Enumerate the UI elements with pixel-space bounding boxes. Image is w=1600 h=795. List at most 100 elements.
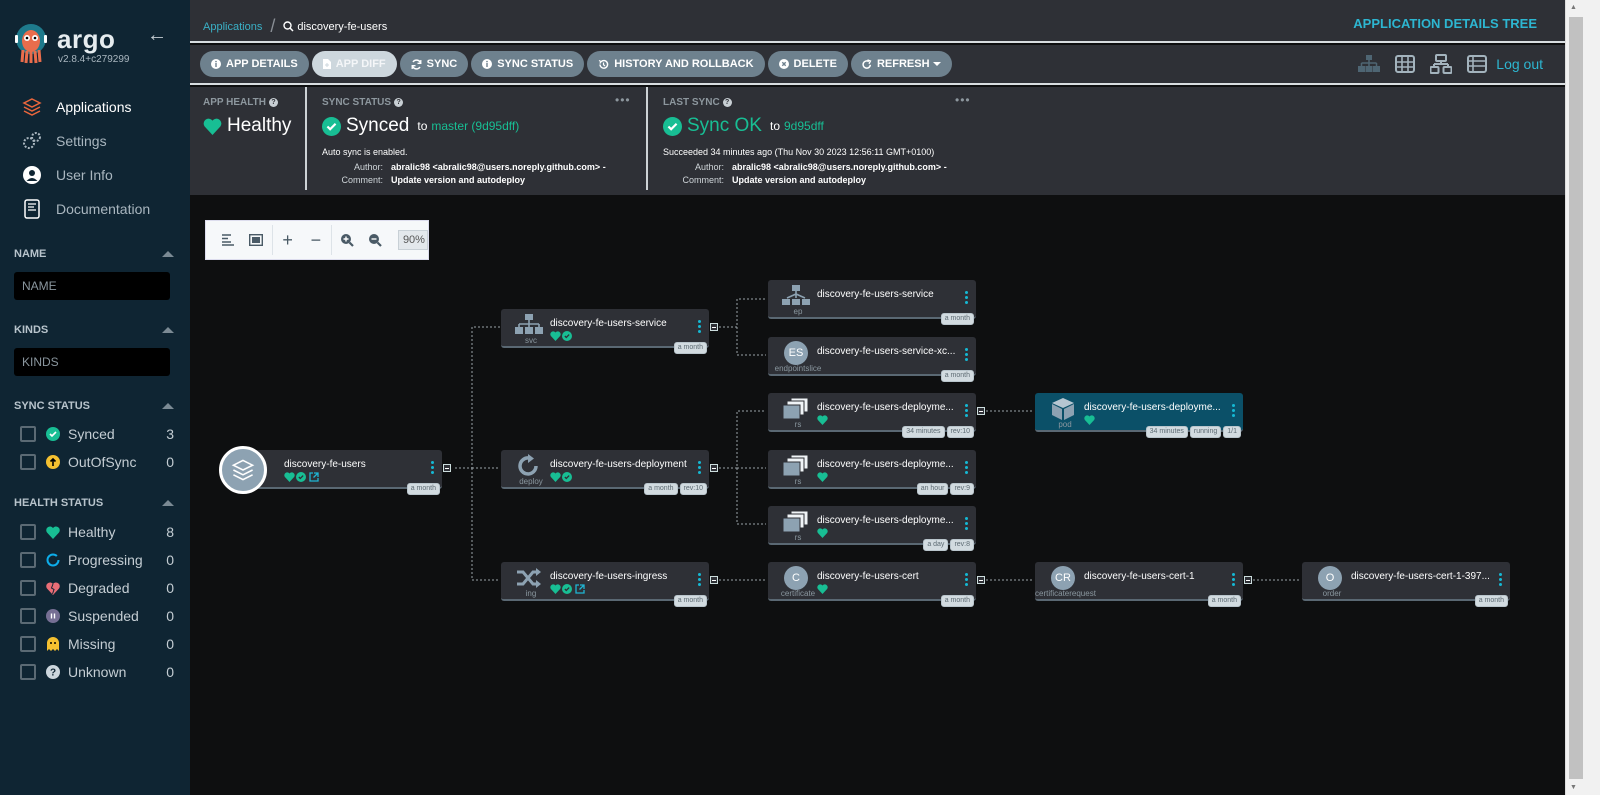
resource-node-rs3[interactable]: rs discovery-fe-users-deployme... a day rev… bbox=[768, 506, 976, 551]
help-icon[interactable]: ? bbox=[268, 98, 278, 107]
node-menu-icon[interactable] bbox=[964, 404, 968, 419]
collapse-triangle-icon[interactable] bbox=[162, 327, 174, 333]
tree-view-icon[interactable] bbox=[1358, 53, 1381, 75]
collapse-toggle[interactable] bbox=[710, 576, 718, 584]
scrollbar-thumb[interactable] bbox=[1569, 17, 1583, 779]
collapse-toggle[interactable] bbox=[710, 464, 718, 472]
external-link-icon[interactable] bbox=[309, 472, 319, 482]
ghost-icon bbox=[46, 637, 60, 651]
sync-icon bbox=[411, 58, 422, 70]
help-icon[interactable]: ? bbox=[394, 98, 404, 107]
node-kind-icon: C bbox=[778, 566, 814, 590]
filter-synced[interactable]: Synced 3 bbox=[14, 420, 174, 448]
zoom-in-icon[interactable] bbox=[333, 225, 361, 255]
node-menu-icon[interactable] bbox=[1231, 573, 1235, 588]
history-and-rollback-button[interactable]: HISTORY AND ROLLBACK bbox=[587, 51, 765, 77]
filter-progressing[interactable]: Progressing 0 bbox=[14, 546, 174, 574]
node-menu-icon[interactable] bbox=[1498, 573, 1502, 588]
node-menu-icon[interactable] bbox=[964, 348, 968, 363]
filter-unknown[interactable]: ? Unknown 0 bbox=[14, 658, 174, 686]
help-icon[interactable]: ? bbox=[722, 98, 732, 107]
checkbox[interactable] bbox=[20, 608, 36, 624]
resource-node-pod[interactable]: pod discovery-fe-users-deployme... 34 minu… bbox=[1035, 393, 1243, 438]
resource-node-rs2[interactable]: rs discovery-fe-users-deployme... an hour r… bbox=[768, 450, 976, 495]
logout-link[interactable]: Log out bbox=[1496, 56, 1543, 72]
collapse-toggle[interactable] bbox=[1244, 576, 1252, 584]
external-link-icon[interactable] bbox=[575, 584, 585, 594]
collapse-toggle[interactable] bbox=[977, 576, 985, 584]
align-left-icon[interactable] bbox=[214, 225, 242, 255]
more-options-icon[interactable]: ••• bbox=[955, 93, 971, 107]
resource-node-es[interactable]: ES endpointslice discovery-fe-users-servic… bbox=[768, 337, 976, 382]
resource-node-ing[interactable]: ing discovery-fe-users-ingress a month bbox=[501, 562, 718, 607]
node-menu-icon[interactable] bbox=[1231, 404, 1235, 419]
to-label: to bbox=[769, 119, 780, 133]
zoom-out-icon[interactable] bbox=[361, 225, 389, 255]
tag: a month bbox=[673, 342, 707, 354]
app-diff-button[interactable]: APP DIFF bbox=[311, 51, 397, 77]
filter-degraded[interactable]: Degraded 0 bbox=[14, 574, 174, 602]
sync-status-button[interactable]: SYNC STATUS bbox=[471, 51, 585, 77]
collapse-all-icon[interactable]: − bbox=[302, 225, 330, 255]
scroll-up-icon[interactable]: ▲ bbox=[1570, 4, 1577, 11]
app-details-button[interactable]: APP DETAILS bbox=[200, 51, 309, 77]
collapse-triangle-icon[interactable] bbox=[162, 251, 174, 257]
sync-target-revision-link[interactable]: master (9d95dff) bbox=[431, 119, 519, 133]
scroll-down-icon[interactable]: ▼ bbox=[1570, 784, 1577, 791]
filter-suspended[interactable]: Suspended 0 bbox=[14, 602, 174, 630]
more-options-icon[interactable]: ••• bbox=[615, 93, 631, 107]
checkbox[interactable] bbox=[20, 426, 36, 442]
sidebar-item-user-info[interactable]: User Info bbox=[0, 158, 190, 192]
collapse-toggle[interactable] bbox=[443, 464, 451, 472]
node-menu-icon[interactable] bbox=[697, 573, 701, 588]
network-view-icon[interactable] bbox=[1430, 53, 1453, 75]
app-root-node[interactable]: discovery-fe-users a month bbox=[246, 450, 451, 495]
pods-grid-icon[interactable] bbox=[1394, 53, 1416, 75]
node-menu-icon[interactable] bbox=[697, 461, 701, 476]
checkbox[interactable] bbox=[20, 524, 36, 540]
checkbox[interactable] bbox=[20, 636, 36, 652]
sync-button[interactable]: SYNC bbox=[399, 51, 469, 77]
collapse-triangle-icon[interactable] bbox=[162, 403, 174, 409]
collapse-sidebar-arrow-icon[interactable]: ← bbox=[147, 24, 167, 47]
page-scrollbar[interactable]: ▲ ▼ bbox=[1565, 0, 1600, 795]
filter-healthy[interactable]: Healthy 8 bbox=[14, 518, 174, 546]
last-sync-revision-link[interactable]: 9d95dff bbox=[784, 119, 824, 133]
filter-outofsync[interactable]: OutOfSync 0 bbox=[14, 448, 174, 476]
resource-node-cert[interactable]: Ccertificate discovery-fe-users-cert a mon… bbox=[768, 562, 985, 607]
fit-screen-icon[interactable] bbox=[242, 225, 270, 255]
delete-button[interactable]: DELETE bbox=[767, 51, 848, 77]
sidebar-item-settings[interactable]: Settings bbox=[0, 124, 190, 158]
node-menu-icon[interactable] bbox=[430, 461, 434, 476]
collapse-toggle[interactable] bbox=[977, 407, 985, 415]
checkbox[interactable] bbox=[20, 664, 36, 680]
resource-node-order[interactable]: Oorder discovery-fe-users-cert-1-397... a … bbox=[1302, 562, 1510, 607]
collapse-triangle-icon[interactable] bbox=[162, 500, 174, 506]
sidebar-item-documentation[interactable]: Documentation bbox=[0, 192, 190, 226]
node-menu-icon[interactable] bbox=[697, 320, 701, 335]
breadcrumb-current[interactable]: discovery-fe-users bbox=[283, 21, 387, 33]
sidebar-item-applications[interactable]: Applications bbox=[0, 90, 190, 124]
list-view-icon[interactable] bbox=[1466, 53, 1488, 75]
filter-missing[interactable]: Missing 0 bbox=[14, 630, 174, 658]
filter-count: 0 bbox=[166, 454, 174, 470]
expand-all-icon[interactable]: + bbox=[274, 225, 302, 255]
breadcrumb-applications-link[interactable]: Applications bbox=[203, 21, 262, 33]
resource-node-cr[interactable]: CR certificaterequest discovery-fe-users-c… bbox=[1035, 562, 1252, 607]
name-filter-input[interactable] bbox=[14, 272, 170, 300]
app-root-icon[interactable] bbox=[219, 446, 273, 494]
node-menu-icon[interactable] bbox=[964, 461, 968, 476]
collapse-toggle[interactable] bbox=[710, 323, 718, 331]
node-menu-icon[interactable] bbox=[964, 291, 968, 306]
resource-node-deploy[interactable]: deploy discovery-fe-users-deployment a mon… bbox=[501, 450, 718, 495]
node-menu-icon[interactable] bbox=[964, 517, 968, 532]
node-menu-icon[interactable] bbox=[964, 573, 968, 588]
checkbox[interactable] bbox=[20, 552, 36, 568]
resource-node-svc[interactable]: svc discovery-fe-users-service a month bbox=[501, 309, 718, 354]
resource-node-ep[interactable]: ep discovery-fe-users-service a month bbox=[768, 280, 976, 325]
checkbox[interactable] bbox=[20, 580, 36, 596]
checkbox[interactable] bbox=[20, 454, 36, 470]
refresh-button[interactable]: REFRESH bbox=[850, 51, 952, 77]
resource-node-rs1[interactable]: rs discovery-fe-users-deployme... 34 minut… bbox=[768, 393, 985, 438]
kinds-filter-input[interactable] bbox=[14, 348, 170, 376]
